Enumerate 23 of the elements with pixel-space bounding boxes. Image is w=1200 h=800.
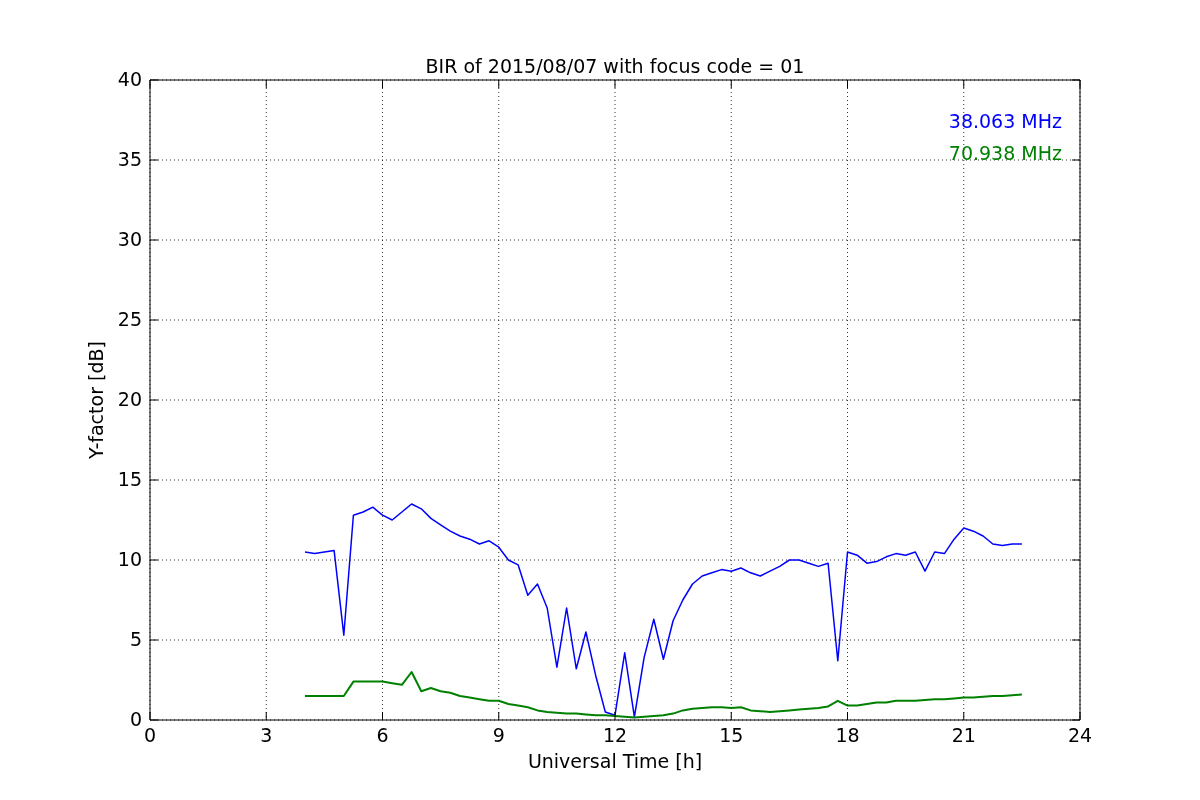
y-tick-label: 25 (117, 308, 142, 330)
x-axis-label: Universal Time [h] (527, 750, 703, 772)
y-tick-label: 10 (117, 548, 142, 570)
chart-title: BIR of 2015/08/07 with focus code = 01 (425, 55, 805, 77)
legend-label: 70.938 MHz (948, 142, 1062, 164)
y-tick-label: 20 (117, 388, 142, 410)
x-tick-label: 24 (1067, 724, 1093, 746)
x-tick-label: 0 (143, 724, 157, 746)
y-tick-label: 35 (117, 148, 142, 170)
y-tick-label: 0 (129, 708, 142, 730)
y-tick-label: 40 (117, 68, 142, 90)
legend-label: 38.063 MHz (948, 110, 1062, 132)
y-tick-label: 15 (117, 468, 142, 490)
y-tick-label: 5 (129, 628, 142, 650)
x-tick-label: 21 (951, 724, 976, 746)
y-axis-label: Y-factor [dB] (85, 341, 107, 459)
x-tick-label: 9 (492, 724, 505, 746)
y-tick-label: 30 (117, 228, 142, 250)
x-tick-label: 6 (376, 724, 389, 746)
x-tick-label: 3 (260, 724, 273, 746)
x-tick-label: 15 (719, 724, 744, 746)
x-tick-label: 12 (602, 724, 628, 746)
x-tick-label: 18 (835, 724, 860, 746)
